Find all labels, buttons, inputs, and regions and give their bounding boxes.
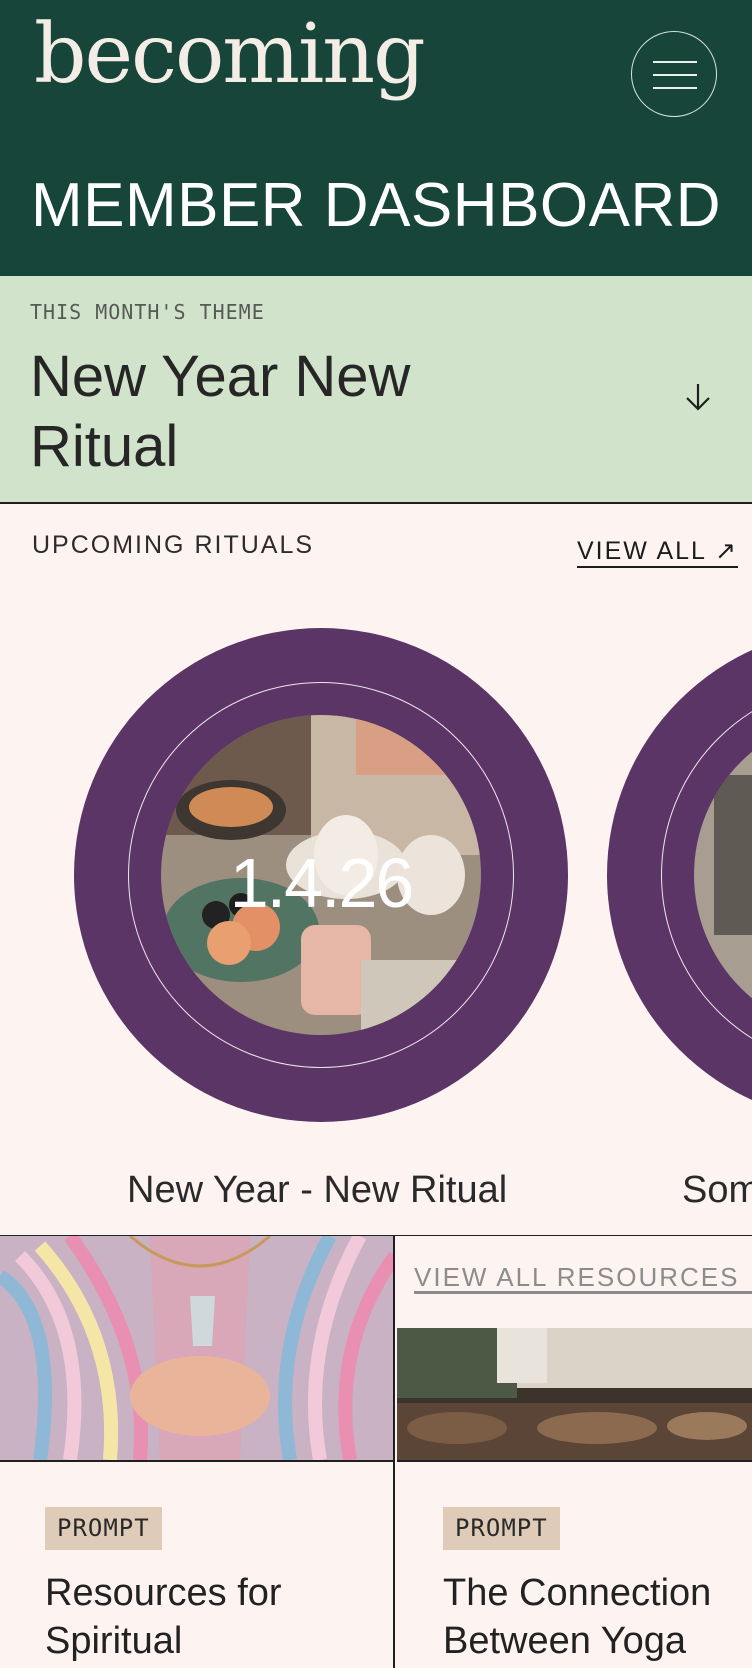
ritual-title[interactable]: New Year - New Ritual bbox=[127, 1169, 507, 1212]
arrow-down-icon[interactable] bbox=[680, 379, 716, 415]
resource-tag: PROMPT bbox=[45, 1507, 162, 1550]
resources-section: PROMPT Resources for Spiritual VIEW ALL … bbox=[0, 1236, 752, 1668]
resource-tag: PROMPT bbox=[443, 1507, 560, 1550]
menu-button[interactable] bbox=[631, 31, 717, 117]
upcoming-rituals-section: UPCOMING RITUALS VIEW ALL ↗ 1.4.26 New Y… bbox=[0, 504, 752, 1236]
brand-logo[interactable]: becoming bbox=[34, 14, 426, 96]
hamburger-menu-icon bbox=[653, 61, 697, 63]
resource-title[interactable]: Resources for Spiritual bbox=[45, 1569, 375, 1665]
resource-image bbox=[0, 1236, 393, 1462]
resource-title[interactable]: The Connection Between Yoga bbox=[443, 1569, 752, 1665]
view-all-resources-link[interactable]: VIEW ALL RESOURCES ↗ bbox=[414, 1263, 752, 1294]
resource-image bbox=[397, 1328, 752, 1462]
view-all-link[interactable]: VIEW ALL ↗ bbox=[577, 538, 738, 568]
monthly-theme-panel[interactable]: THIS MONTH'S THEME New Year New Ritual bbox=[0, 276, 752, 504]
section-heading: UPCOMING RITUALS bbox=[32, 531, 315, 559]
site-header: becoming MEMBER DASHBOARD bbox=[0, 0, 752, 276]
ritual-card[interactable]: 1.4.26 bbox=[74, 628, 568, 1122]
resource-card[interactable]: PROMPT Resources for Spiritual bbox=[0, 1236, 395, 1668]
ritual-title[interactable]: Som bbox=[682, 1169, 752, 1212]
theme-eyebrow: THIS MONTH'S THEME bbox=[30, 300, 265, 324]
resource-card[interactable]: VIEW ALL RESOURCES ↗ PROMPT The Connecti… bbox=[397, 1236, 752, 1668]
theme-title: New Year New Ritual bbox=[30, 344, 411, 479]
ritual-card[interactable] bbox=[607, 628, 752, 1122]
ritual-date: 1.4.26 bbox=[229, 844, 415, 922]
page-title: MEMBER DASHBOARD bbox=[30, 171, 722, 240]
